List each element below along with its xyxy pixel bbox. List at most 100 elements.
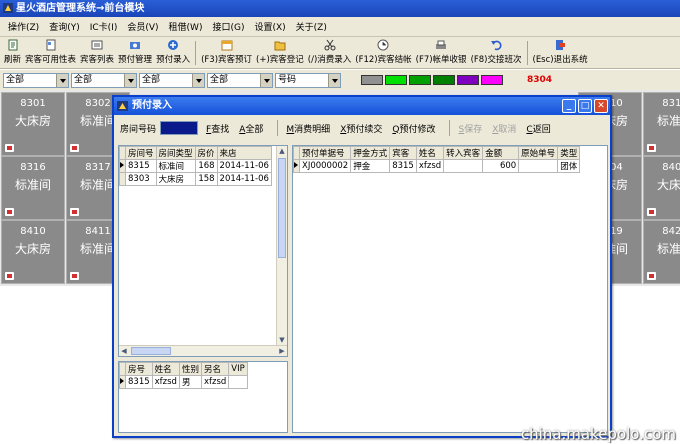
room-number-input[interactable] — [160, 121, 199, 135]
legend-swatch-3 — [409, 75, 431, 85]
room-number-label: 房间号码 — [120, 124, 157, 135]
dialog-logo-icon — [117, 101, 128, 111]
return-button[interactable]: C返回 — [526, 122, 550, 135]
room-tile[interactable]: 8410 大床房 — [1, 220, 65, 284]
menu-rent[interactable]: 租借(W) — [169, 20, 203, 33]
table-row[interactable]: XJ0000002 押金 8315 xfzsd 600 团体 — [293, 159, 581, 173]
filter-building-select[interactable]: 全部 — [207, 72, 273, 88]
exit-button[interactable]: (Esc)退出系统 — [531, 39, 590, 68]
room-status-icon — [5, 272, 14, 280]
table-row[interactable]: 8315 xfzsd 男 xfzsd — [119, 375, 248, 389]
checkin-button[interactable]: (+)宾客登记 — [254, 39, 306, 68]
menu-query[interactable]: 查询(Y) — [49, 20, 80, 33]
app-title-bar: 星火酒店管理系统→前台模块 — [0, 0, 680, 17]
checkout-button[interactable]: (F12)宾客结帐 — [353, 39, 413, 68]
toolbar: 刷新 宾客可用性表 宾客列表 预付管理 预付录入 (F3)宾客预订 (+)宾客登… — [0, 37, 680, 69]
app-logo-icon — [3, 3, 13, 13]
room-status-icon — [647, 272, 656, 280]
watermark: china.makepolo.com — [520, 425, 676, 443]
legend-swatch-1 — [361, 75, 383, 85]
row-pointer-icon — [120, 162, 124, 168]
menu-operate[interactable]: 操作(Z) — [8, 20, 39, 33]
chevron-down-icon — [56, 73, 68, 87]
guest-list-button[interactable]: 宾客列表 — [78, 39, 116, 68]
row-pointer-icon — [120, 378, 124, 384]
menu-interface[interactable]: 接口(G) — [212, 20, 244, 33]
filter-bar: 全部 全部 全部 全部 号码 8304 — [0, 70, 680, 90]
room-tile[interactable]: 8301 大床房 — [1, 92, 65, 156]
vertical-scrollbar[interactable]: ▲ ▼ — [276, 146, 287, 345]
prepay-table-pane: 预付单据号 押金方式 宾客 姓名 转入宾客 金额 原始单号 类型 XJ00000… — [292, 145, 608, 433]
close-button[interactable]: ✕ — [594, 99, 608, 113]
prepay-entry-button[interactable]: 预付录入 — [154, 39, 192, 68]
room-status-icon — [5, 144, 14, 152]
room-status-icon — [70, 272, 79, 280]
table-row[interactable]: 8315 标准间 168 2014-11-06 — [119, 159, 272, 173]
table-row[interactable]: 8303 大床房 158 2014-11-06 — [119, 172, 272, 186]
table-header-row: 预付单据号 押金方式 宾客 姓名 转入宾客 金额 原始单号 类型 — [293, 146, 581, 160]
refresh-icon — [8, 39, 17, 51]
dialog-title: 预付录入 — [132, 100, 172, 111]
doc-icon — [46, 39, 56, 51]
guest-table-pane: 房号 姓名 性别 另名 VIP 8315 xfzsd 男 xfzsd — [118, 361, 288, 433]
legend-swatch-5 — [457, 75, 479, 85]
horizontal-scrollbar[interactable]: ◀ ▶ — [119, 345, 287, 356]
legend-swatch-2 — [385, 75, 407, 85]
menu-about[interactable]: 关于(Z) — [296, 20, 327, 33]
room-status-icon — [5, 208, 14, 216]
scroll-down-icon: ▼ — [279, 336, 285, 344]
dialog-toolbar: 房间号码 F查找 A全部 M消费明细 X预付续交 Q预付修改 S保存 X取消 C… — [114, 115, 610, 141]
scroll-right-icon: ▶ — [279, 347, 285, 355]
folder-icon — [274, 41, 286, 51]
chevron-down-icon — [124, 73, 136, 87]
consumption-entry-button[interactable]: (/)消费录入 — [306, 39, 354, 68]
app-title: 星火酒店管理系统→前台模块 — [16, 3, 145, 14]
scroll-up-icon: ▲ — [279, 147, 285, 155]
exit-icon — [556, 40, 566, 50]
filter-status-select[interactable]: 全部 — [139, 72, 205, 88]
room-tile[interactable]: 8420标准间 — [643, 220, 680, 284]
scissors-icon — [324, 39, 336, 51]
save-button[interactable]: S保存 — [458, 122, 482, 135]
money-icon — [130, 42, 141, 49]
printer-icon — [436, 40, 447, 49]
filter-number-select[interactable]: 号码 — [275, 72, 341, 88]
status-room-number: 8304 — [527, 75, 553, 85]
table-header-row: 房间号 房间类型 房价 来店 — [119, 146, 272, 160]
chevron-down-icon — [260, 73, 272, 87]
minimize-button[interactable]: _ — [562, 99, 576, 113]
prepay-manage-button[interactable]: 预付管理 — [116, 39, 154, 68]
guest-table: 房号 姓名 性别 另名 VIP 8315 xfzsd 男 xfzsd — [119, 362, 248, 389]
cancel-button[interactable]: X取消 — [492, 122, 516, 135]
room-tile[interactable]: 8312标准间 — [643, 92, 680, 156]
room-tile[interactable]: 8316 标准间 — [1, 156, 65, 220]
room-tile[interactable]: 8405大床房 — [643, 156, 680, 220]
dialog-title-bar: 预付录入 _ □ ✕ — [114, 97, 610, 115]
legend-swatch-4 — [433, 75, 455, 85]
prepay-modify-button[interactable]: Q预付修改 — [392, 122, 435, 135]
refresh-button[interactable]: 刷新 — [2, 39, 23, 68]
legend-swatch-6 — [481, 75, 503, 85]
chevron-down-icon — [328, 73, 340, 87]
find-button[interactable]: F查找 — [206, 122, 229, 135]
menu-ic-card[interactable]: IC卡(I) — [90, 20, 118, 33]
billing-button[interactable]: (F7)帐单收银 — [414, 39, 469, 68]
room-status-icon — [647, 208, 656, 216]
availability-button[interactable]: 宾客可用性表 — [23, 39, 78, 68]
add-icon — [168, 40, 179, 50]
reservation-button[interactable]: (F3)宾客预订 — [199, 39, 254, 68]
menu-member[interactable]: 会员(V) — [127, 20, 158, 33]
clock-icon — [377, 39, 389, 51]
filter-floor-select[interactable]: 全部 — [3, 72, 69, 88]
shift-handover-button[interactable]: (F8)交接班次 — [469, 39, 524, 68]
room-status-icon — [70, 208, 79, 216]
chevron-down-icon — [192, 73, 204, 87]
maximize-button[interactable]: □ — [578, 99, 592, 113]
list-icon — [91, 40, 103, 50]
menu-settings[interactable]: 设置(X) — [254, 20, 285, 33]
show-all-button[interactable]: A全部 — [239, 122, 263, 135]
prepay-continue-button[interactable]: X预付续交 — [340, 122, 382, 135]
filter-type-select[interactable]: 全部 — [71, 72, 137, 88]
consumption-detail-button[interactable]: M消费明细 — [286, 122, 330, 135]
rooms-table: 房间号 房间类型 房价 来店 8315 标准间 168 2014-11-06 8… — [119, 146, 272, 186]
